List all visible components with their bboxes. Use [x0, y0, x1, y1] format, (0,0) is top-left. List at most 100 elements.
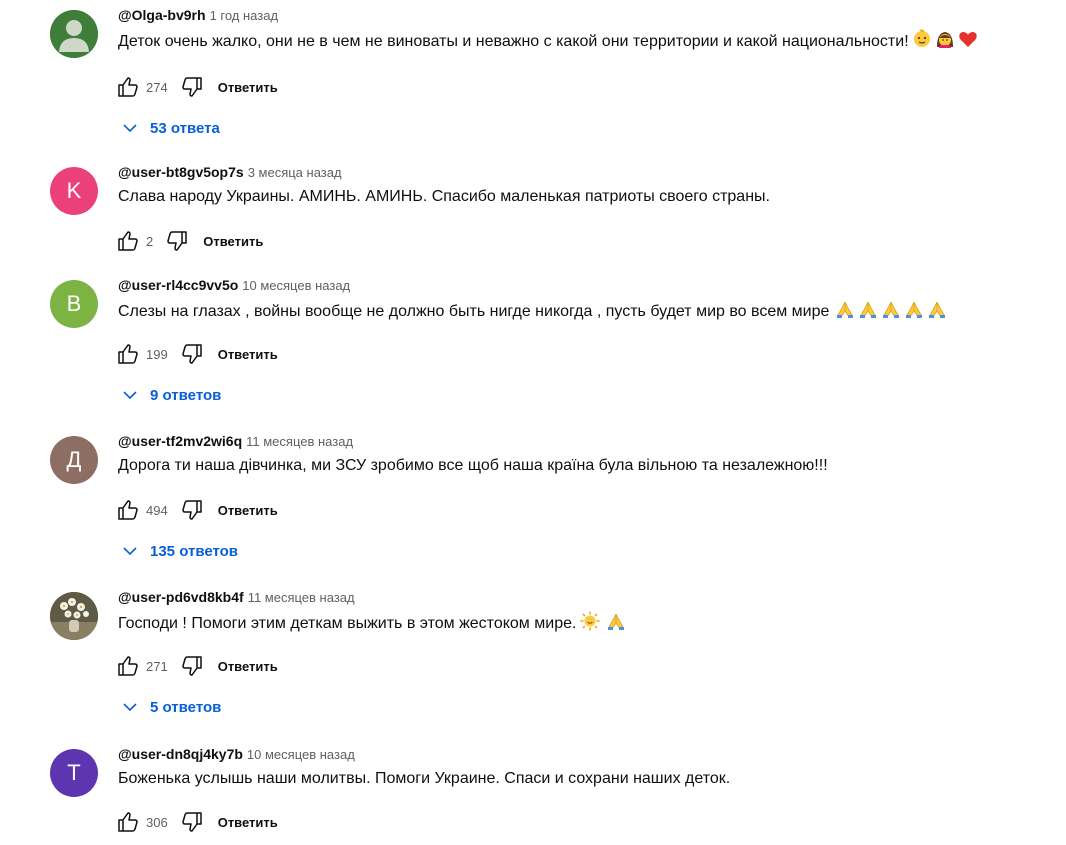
avatar[interactable]: T [50, 749, 98, 797]
like-button[interactable] [114, 340, 142, 368]
comment-text: Слава народу Украины. АМИНЬ. АМИНЬ. Спас… [118, 186, 770, 208]
comment-time[interactable]: 10 месяцев назад [242, 278, 350, 293]
comment-header: @user-tf2mv2wi6q 11 месяцев назад [118, 433, 353, 451]
baby-emoji-icon [912, 29, 932, 56]
reply-button[interactable]: Ответить [218, 80, 278, 95]
replies-count-label: 135 ответов [150, 542, 239, 560]
like-count: 271 [146, 658, 168, 674]
comment-header: @user-rl4cc9vv5o 10 месяцев назад [118, 277, 350, 295]
chevron-down-icon [122, 387, 138, 403]
comment-text: Дорога ти наша дівчинка, ми ЗСУ зробимо … [118, 455, 828, 477]
dislike-button[interactable] [178, 808, 206, 836]
comment-header: @Olga-bv9rh 1 год назад [118, 7, 278, 25]
thumbs-down-icon [181, 500, 202, 520]
comment-text: Господи ! Помоги этим деткам выжить в эт… [118, 611, 626, 638]
comment-header: @user-bt8gv5op7s 3 месяца назад [118, 164, 342, 182]
comment-time[interactable]: 1 год назад [210, 8, 278, 23]
dislike-button[interactable] [163, 227, 191, 255]
comment-author[interactable]: @user-tf2mv2wi6q [118, 433, 242, 449]
avatar[interactable] [50, 592, 98, 640]
reply-button[interactable]: Ответить [218, 659, 278, 674]
red-heart-emoji-icon [958, 29, 978, 56]
dislike-button[interactable] [178, 340, 206, 368]
comment-actions: 199 Ответить [114, 342, 278, 366]
sun-face-emoji-icon [580, 611, 600, 638]
folded-hands-emoji-icon [858, 299, 878, 326]
avatar[interactable]: B [50, 280, 98, 328]
like-button[interactable] [114, 227, 142, 255]
comment-header: @user-dn8qj4ky7b 10 месяцев назад [118, 746, 355, 764]
comment-actions: 306 Ответить [114, 810, 278, 834]
thumbs-up-icon [118, 77, 138, 97]
replies-count-label: 5 ответов [150, 698, 222, 716]
comment-text: Деток очень жалко, они не в чем не винов… [118, 29, 978, 56]
avatar[interactable]: K [50, 167, 98, 215]
thumbs-up-icon [118, 344, 138, 364]
chevron-down-icon [122, 120, 138, 136]
folded-hands-emoji-icon [904, 299, 924, 326]
dislike-button[interactable] [178, 496, 206, 524]
thumbs-down-icon [181, 656, 202, 676]
comment-author[interactable]: @Olga-bv9rh [118, 7, 206, 23]
comment-time[interactable]: 11 месяцев назад [246, 434, 353, 449]
like-count: 2 [146, 233, 154, 249]
thumbs-up-icon [118, 231, 138, 251]
like-button[interactable] [114, 73, 142, 101]
thumbs-up-icon [118, 812, 138, 832]
view-replies-button[interactable]: 9 ответов [118, 383, 221, 407]
avatar[interactable]: Д [50, 436, 98, 484]
comment-time[interactable]: 11 месяцев назад [248, 590, 355, 605]
like-button[interactable] [114, 496, 142, 524]
default-user-icon [50, 10, 98, 58]
avatar-letter: Д [66, 447, 82, 472]
thumbs-down-icon [167, 231, 187, 251]
avatar[interactable] [50, 10, 98, 58]
avatar-letter: T [67, 760, 81, 785]
comment-text-body: Слава народу Украины. АМИНЬ. АМИНЬ. Спас… [118, 188, 770, 205]
folded-hands-emoji-icon [606, 611, 626, 638]
view-replies-button[interactable]: 5 ответов [118, 695, 221, 719]
girl-emoji-icon [935, 29, 955, 56]
comment-text: Боженька услышь наши молитвы. Помоги Укр… [118, 768, 730, 790]
avatar-letter: K [66, 178, 82, 203]
dislike-button[interactable] [178, 73, 206, 101]
view-replies-button[interactable]: 135 ответов [118, 539, 238, 563]
flowers-photo-icon [50, 592, 98, 640]
like-count: 199 [146, 346, 168, 362]
folded-hands-emoji-icon [881, 299, 901, 326]
thumbs-down-icon [181, 77, 202, 97]
comment-author[interactable]: @user-pd6vd8kb4f [118, 589, 244, 605]
comment-actions: 494 Ответить [114, 498, 278, 522]
like-count: 306 [146, 814, 168, 830]
chevron-down-icon [122, 699, 138, 715]
comment-author[interactable]: @user-dn8qj4ky7b [118, 746, 243, 762]
view-replies-button[interactable]: 53 ответа [118, 116, 220, 140]
reply-button[interactable]: Ответить [203, 234, 263, 249]
reply-button[interactable]: Ответить [218, 815, 278, 830]
like-button[interactable] [114, 652, 142, 680]
comment-text-body: Деток очень жалко, они не в чем не винов… [118, 33, 909, 50]
comment-actions: 271 Ответить [114, 654, 278, 678]
like-count: 494 [146, 502, 168, 518]
comment-author[interactable]: @user-rl4cc9vv5o [118, 277, 238, 293]
like-count: 274 [146, 79, 168, 95]
comment-time[interactable]: 3 месяца назад [248, 165, 342, 180]
thumbs-up-icon [118, 656, 138, 676]
like-button[interactable] [114, 808, 142, 836]
dislike-button[interactable] [178, 652, 206, 680]
comment-text: Слезы на глазах , войны вообще не должно… [118, 299, 947, 326]
chevron-down-icon [122, 543, 138, 559]
reply-button[interactable]: Ответить [218, 347, 278, 362]
avatar-letter: B [66, 291, 82, 316]
folded-hands-emoji-icon [835, 299, 855, 326]
thumbs-up-icon [118, 500, 138, 520]
comment-author[interactable]: @user-bt8gv5op7s [118, 164, 244, 180]
comment-actions: 274 Ответить [114, 75, 278, 99]
replies-count-label: 9 ответов [150, 386, 222, 404]
thumbs-down-icon [181, 344, 202, 364]
comment-text-body: Дорога ти наша дівчинка, ми ЗСУ зробимо … [118, 457, 828, 474]
replies-count-label: 53 ответа [150, 119, 220, 137]
comment-actions: 2 Ответить [114, 229, 263, 253]
reply-button[interactable]: Ответить [218, 503, 278, 518]
comment-time[interactable]: 10 месяцев назад [247, 747, 355, 762]
